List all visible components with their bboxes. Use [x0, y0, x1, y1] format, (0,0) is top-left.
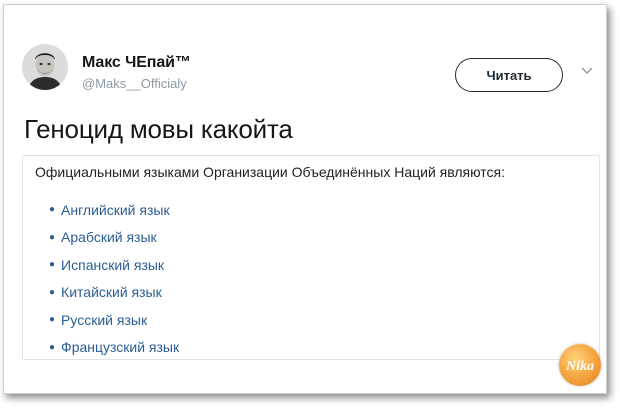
bullet-icon: ●: [49, 204, 56, 216]
list-item[interactable]: ● Китайский язык: [49, 279, 179, 307]
bullet-icon: ●: [49, 231, 56, 243]
svg-text:Nika: Nika: [565, 359, 594, 374]
bullet-icon: ●: [49, 286, 56, 298]
list-item[interactable]: ● Французский язык: [49, 334, 179, 362]
quoted-content: Официальными языками Организации Объедин…: [22, 155, 600, 360]
language-list: ● Английский язык ● Арабский язык ● Испанск…: [49, 196, 179, 361]
list-item[interactable]: ● Испанский язык: [49, 251, 179, 279]
nika-logo-icon: Nika: [565, 359, 594, 374]
list-item-label: Испанский язык: [61, 256, 165, 273]
bullet-icon: ●: [49, 341, 56, 353]
follow-button[interactable]: Читать: [455, 58, 563, 92]
list-item[interactable]: ● Арабский язык: [49, 224, 179, 252]
list-item-label: Арабский язык: [61, 229, 157, 246]
avatar[interactable]: [22, 44, 68, 90]
list-item[interactable]: ● Английский язык: [49, 196, 179, 224]
list-item-label: Китайский язык: [61, 284, 162, 301]
list-item-label: Русский язык: [61, 311, 148, 328]
bullet-icon: ●: [49, 259, 56, 271]
list-item-label: Английский язык: [61, 201, 170, 218]
watermark-logo: Nika: [559, 344, 601, 386]
tweet-text: Геноцид мовы какойта: [24, 114, 293, 144]
avatar-portrait-icon: [22, 44, 68, 90]
quote-intro: Официальными языками Организации Объедин…: [35, 164, 506, 180]
chevron-down-icon[interactable]: [580, 64, 594, 78]
bullet-icon: ●: [49, 314, 56, 326]
list-item[interactable]: ● Русский язык: [49, 306, 179, 334]
list-item-label: Французский язык: [61, 339, 180, 356]
author-handle[interactable]: @Maks__Officialy: [82, 76, 187, 91]
author-name[interactable]: Макс ЧЕпай™: [82, 54, 191, 72]
